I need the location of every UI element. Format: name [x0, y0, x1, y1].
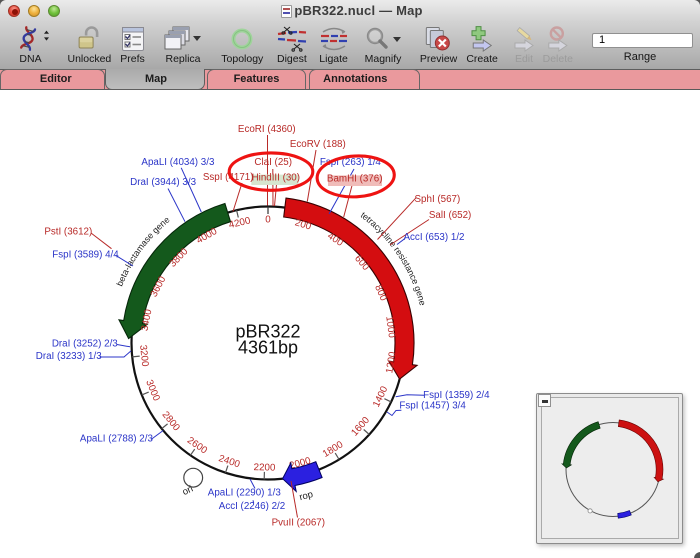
svg-text:AccI (2246) 2/2: AccI (2246) 2/2: [219, 501, 285, 512]
svg-text:PvuII (2067): PvuII (2067): [272, 517, 325, 528]
svg-text:3000: 3000: [143, 378, 162, 403]
svg-text:1000: 1000: [383, 315, 397, 339]
svg-text:4361bp: 4361bp: [238, 337, 298, 357]
svg-text:ApaLI (2290) 1/3: ApaLI (2290) 1/3: [208, 487, 282, 498]
svg-text:3200: 3200: [137, 344, 150, 367]
svg-text:EcoRV (188): EcoRV (188): [290, 139, 346, 150]
svg-text:DraI (3233) 1/3: DraI (3233) 1/3: [36, 351, 102, 362]
svg-text:0: 0: [265, 214, 271, 225]
svg-text:DraI (3252) 2/3: DraI (3252) 2/3: [52, 338, 118, 349]
svg-text:ClaI (25): ClaI (25): [254, 157, 292, 168]
svg-text:AccI (653) 1/2: AccI (653) 1/2: [404, 232, 465, 243]
svg-text:EcoRI (4360): EcoRI (4360): [238, 124, 296, 135]
svg-text:4200: 4200: [228, 215, 252, 231]
svg-text:SalI (652): SalI (652): [429, 210, 471, 221]
svg-text:SphI (567): SphI (567): [415, 194, 461, 205]
svg-text:PstI (3612): PstI (3612): [44, 226, 92, 237]
svg-text:2400: 2400: [217, 453, 242, 470]
svg-text:FspI (1359) 2/4: FspI (1359) 2/4: [423, 389, 490, 400]
svg-text:rop: rop: [298, 488, 314, 502]
svg-text:1400: 1400: [371, 384, 391, 409]
svg-text:FspI (3589) 4/4: FspI (3589) 4/4: [52, 249, 119, 260]
svg-text:FspI (1457) 3/4: FspI (1457) 3/4: [399, 400, 466, 411]
svg-text:2200: 2200: [253, 462, 276, 474]
svg-text:HindIII (30): HindIII (30): [252, 172, 300, 183]
svg-text:ApaLI (4034) 3/3: ApaLI (4034) 3/3: [141, 157, 215, 168]
svg-text:ApaLI (2788) 2/3: ApaLI (2788) 2/3: [80, 433, 154, 444]
svg-text:BamHI (376): BamHI (376): [327, 173, 383, 184]
svg-text:DraI (3944) 3/3: DraI (3944) 3/3: [130, 177, 196, 188]
